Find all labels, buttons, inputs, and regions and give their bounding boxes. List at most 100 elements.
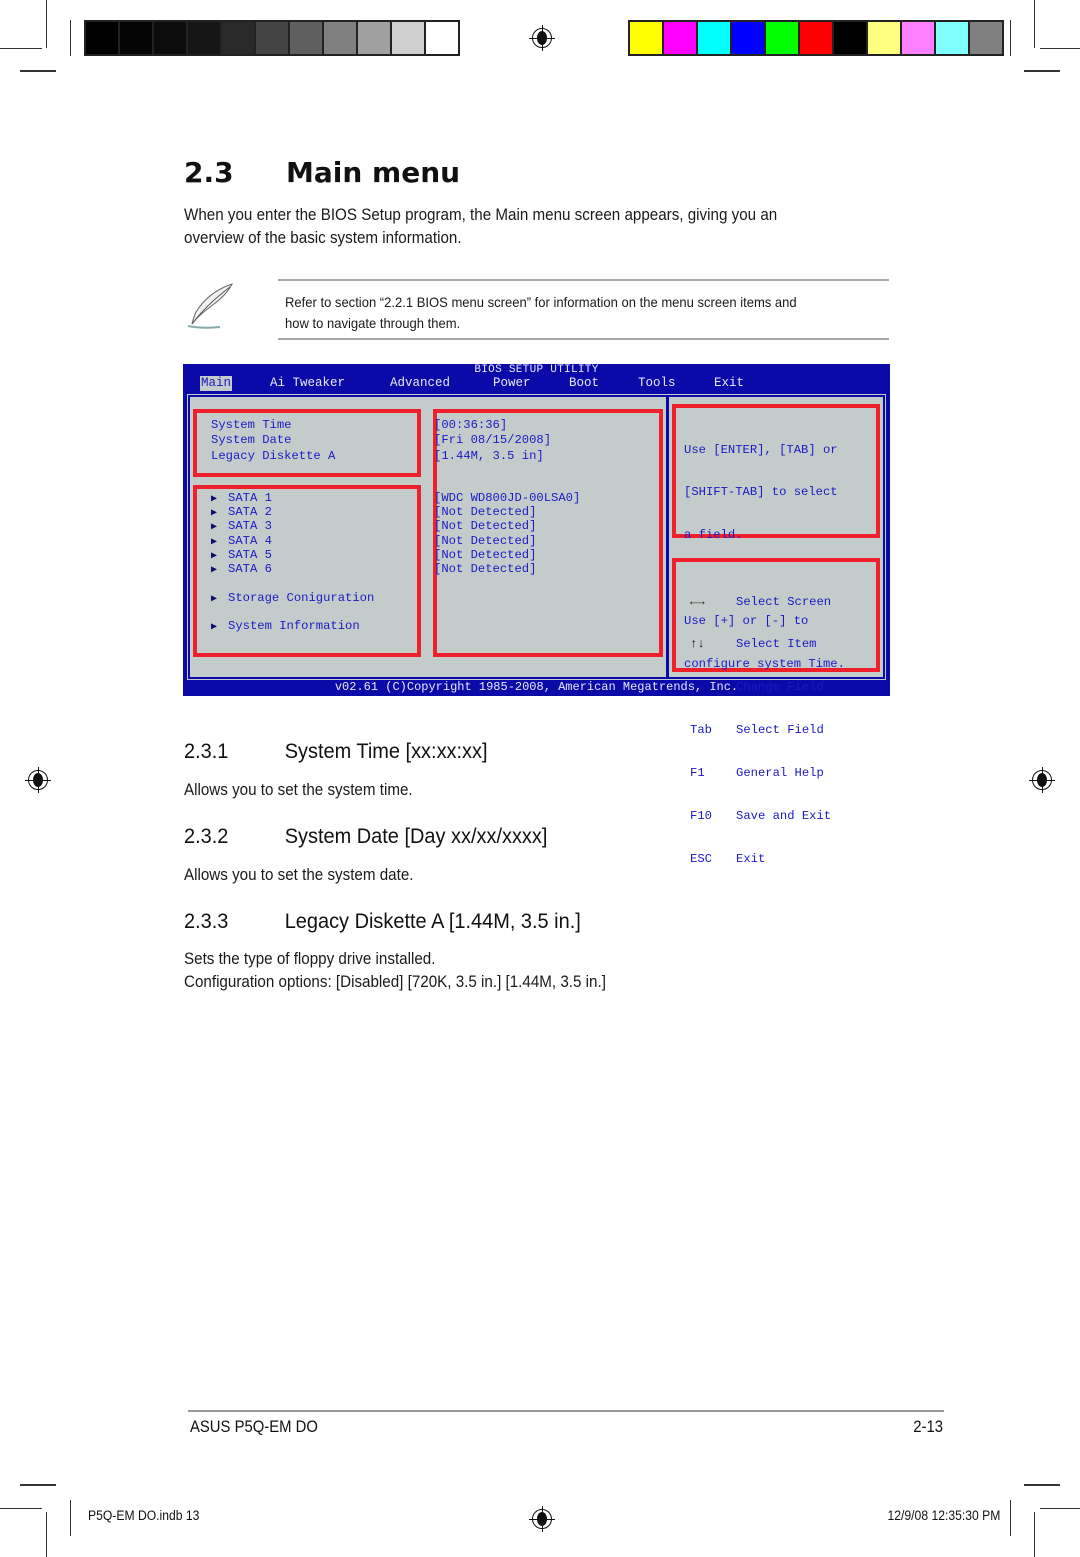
section-title: Main menu	[286, 156, 461, 189]
key-row: ESC Exit	[690, 852, 831, 866]
color-swatch	[766, 22, 798, 54]
key-action: Select Item	[736, 637, 817, 652]
bios-value-sata-1: [WDC WD800JD-00LSA0]	[434, 491, 581, 505]
color-swatch	[426, 22, 458, 54]
subsection-number: 2.3.3	[184, 910, 229, 933]
help-line: a field.	[684, 528, 743, 543]
sata-label: SATA 1	[228, 491, 272, 505]
color-swatch	[222, 22, 254, 54]
bios-value-sata-6: [Not Detected]	[434, 562, 537, 576]
slug-timestamp: 12/9/08 12:35:30 PM	[887, 1508, 1000, 1523]
bios-value-legacy-diskette[interactable]: [1.44M, 3.5 in]	[434, 449, 544, 463]
crop-mark	[1040, 48, 1080, 49]
bios-item-system-date[interactable]: System Date	[211, 433, 291, 447]
quill-note-icon	[187, 283, 233, 329]
color-swatch	[120, 22, 152, 54]
footer-page-number: 2-13	[913, 1418, 943, 1436]
bios-tab-boot[interactable]: Boot	[569, 376, 599, 391]
subsection-heading: 2.3.2 System Date [Day xx/xx/xxxx]	[184, 825, 547, 849]
key-label: Tab	[690, 723, 712, 738]
bios-panel-divider	[666, 397, 669, 677]
note-divider	[278, 279, 889, 281]
bios-tab-tools[interactable]: Tools	[638, 376, 676, 391]
registration-mark-icon	[25, 767, 51, 793]
grayscale-calibration-bar	[84, 20, 460, 56]
bios-tab-ai-tweaker[interactable]: Ai Tweaker	[270, 376, 345, 391]
key-label: F1	[690, 766, 705, 781]
key-action: Select Screen	[736, 594, 832, 609]
up-down-arrows-icon: ↑↓	[690, 637, 705, 652]
submenu-arrow-icon: ▶	[211, 594, 218, 605]
key-label: ESC	[690, 851, 712, 866]
footer-product: ASUS P5Q-EM DO	[190, 1418, 318, 1436]
left-right-arrows-icon: ←→	[690, 594, 705, 609]
footer-divider	[188, 1410, 944, 1412]
bios-title: BIOS SETUP UTILITY	[474, 364, 599, 376]
subsection-title: System Date [Day xx/xx/xxxx]	[284, 825, 548, 848]
section-heading: 2.3 Main menu	[184, 156, 460, 189]
help-line: [SHIFT-TAB] to select	[684, 485, 838, 500]
subsection-body: Configuration options: [Disabled] [720K,…	[184, 973, 606, 991]
submenu-arrow-icon: ▶	[211, 565, 218, 576]
color-swatch	[868, 22, 900, 54]
color-swatch	[392, 22, 424, 54]
bios-tab-main[interactable]: Main	[200, 376, 233, 391]
bios-value-sata-4: [Not Detected]	[434, 534, 537, 548]
bios-value-sata-2: [Not Detected]	[434, 505, 537, 519]
crop-mark	[20, 1484, 56, 1486]
bios-item-legacy-diskette[interactable]: Legacy Diskette A	[211, 449, 335, 463]
bios-value-system-time[interactable]: [00:36:36]	[434, 418, 507, 432]
color-swatch	[290, 22, 322, 54]
intro-text: When you enter the BIOS Setup program, t…	[184, 206, 778, 224]
bios-item-sata-3[interactable]: ▶ SATA 3	[211, 519, 272, 535]
color-swatch	[358, 22, 390, 54]
bios-tab-power[interactable]: Power	[493, 376, 531, 391]
submenu-label: System Information	[228, 619, 360, 633]
crop-mark	[0, 1508, 42, 1509]
crop-mark	[1034, 1512, 1035, 1557]
bios-key-legend: ←→ Select Screen ↑↓ Select Item +- Change F…	[690, 566, 831, 895]
bios-tab-exit[interactable]: Exit	[714, 376, 744, 391]
key-action: General Help	[736, 766, 824, 781]
bios-item-storage-configuration[interactable]: ▶ Storage Coniguration	[211, 591, 374, 607]
color-swatch	[630, 22, 662, 54]
key-action: Save and Exit	[736, 809, 832, 824]
bios-screenshot: BIOS SETUP UTILITY Main Ai Tweaker Advan…	[183, 364, 890, 866]
slug-filename: P5Q-EM DO.indb 13	[88, 1508, 200, 1523]
bios-item-system-information[interactable]: ▶ System Information	[211, 619, 360, 635]
subsection-title: System Time [xx:xx:xx]	[284, 740, 488, 763]
crop-mark	[46, 1512, 47, 1557]
color-swatch	[188, 22, 220, 54]
sata-label: SATA 3	[228, 519, 272, 533]
color-swatch	[86, 22, 118, 54]
key-label: F10	[690, 809, 712, 824]
color-swatch	[256, 22, 288, 54]
color-swatch	[800, 22, 832, 54]
key-row: F1 General Help	[690, 766, 831, 780]
submenu-label: Storage Coniguration	[228, 591, 375, 605]
subsection-heading: 2.3.3 Legacy Diskette A [1.44M, 3.5 in.]	[184, 910, 581, 934]
bios-item-sata-6[interactable]: ▶ SATA 6	[211, 562, 272, 578]
registration-mark-icon	[1029, 767, 1055, 793]
bios-value-system-date[interactable]: [Fri 08/15/2008]	[434, 433, 551, 447]
crop-mark	[70, 20, 71, 56]
section-number: 2.3	[184, 156, 234, 189]
sata-label: SATA 6	[228, 562, 272, 576]
color-swatch	[936, 22, 968, 54]
color-swatch	[834, 22, 866, 54]
color-swatch	[324, 22, 356, 54]
color-swatch	[698, 22, 730, 54]
help-line: Use [ENTER], [TAB] or	[684, 442, 838, 457]
bios-tab-advanced[interactable]: Advanced	[390, 376, 450, 391]
note-text: Refer to section “2.2.1 BIOS menu screen…	[285, 292, 797, 334]
crop-mark	[1010, 20, 1011, 56]
color-swatch	[664, 22, 696, 54]
bios-copyright: v02.61 (C)Copyright 1985-2008, American …	[334, 680, 739, 694]
note-divider	[278, 338, 889, 340]
color-swatch	[902, 22, 934, 54]
note-line: Refer to section “2.2.1 BIOS menu screen…	[285, 294, 797, 310]
key-action: Select Field	[736, 723, 824, 738]
bios-item-system-time[interactable]: System Time	[211, 418, 291, 432]
crop-mark	[1024, 1484, 1060, 1486]
key-row: Tab Select Field	[690, 723, 831, 737]
